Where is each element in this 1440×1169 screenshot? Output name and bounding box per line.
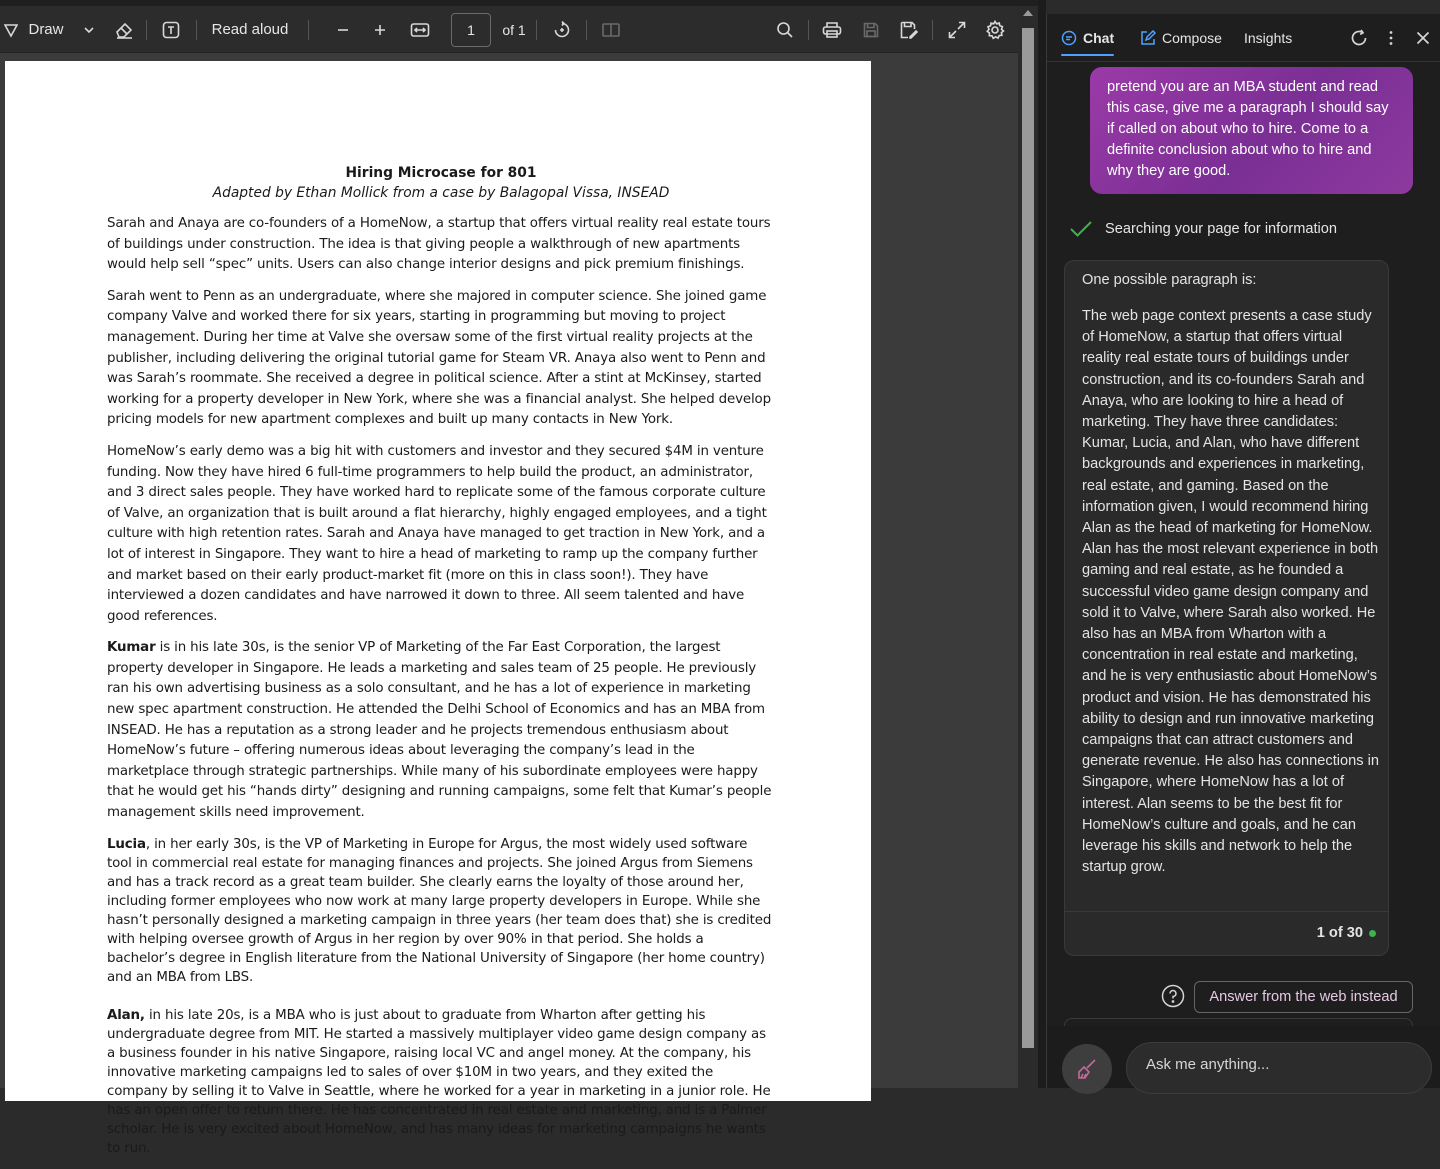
more-options-icon[interactable] bbox=[1379, 26, 1403, 50]
document-text: Hiring Microcase for 801 Adapted by Etha… bbox=[107, 163, 775, 1169]
paragraph-alan: Alan, in his late 20s, is a MBA who is j… bbox=[107, 1006, 775, 1158]
assistant-answer-card: One possible paragraph is: The web page … bbox=[1064, 260, 1389, 956]
chat-input-area bbox=[1047, 1026, 1440, 1094]
tab-chat-label: Chat bbox=[1083, 30, 1115, 46]
fit-to-page-icon[interactable] bbox=[406, 6, 434, 53]
page-number-input[interactable] bbox=[451, 13, 491, 47]
paragraph-founders: Sarah went to Penn as an undergraduate, … bbox=[107, 288, 771, 428]
search-status: Searching your page for information bbox=[1069, 218, 1409, 240]
scrollbar-thumb[interactable] bbox=[1022, 28, 1034, 1048]
candidate-text-kumar: is in his late 30s, is the senior VP of … bbox=[107, 640, 772, 821]
user-message-bubble: pretend you are an MBA student and read … bbox=[1090, 67, 1413, 194]
settings-gear-icon[interactable] bbox=[982, 6, 1008, 53]
save-icon[interactable] bbox=[858, 6, 884, 53]
toolbar-divider bbox=[808, 20, 809, 40]
candidate-text-alan: in his late 20s, is a MBA who is just ab… bbox=[107, 1007, 771, 1156]
page-count-label: of 1 bbox=[502, 21, 526, 38]
pdf-scrollbar[interactable] bbox=[1018, 6, 1038, 1088]
copilot-sidebar: Chat Compose Insights pretend you are an… bbox=[1046, 14, 1440, 1094]
candidate-name-lucia: Lucia bbox=[107, 836, 146, 852]
toolbar-divider bbox=[308, 20, 309, 40]
tab-chat[interactable]: Chat bbox=[1061, 14, 1115, 62]
card-divider bbox=[1065, 911, 1388, 912]
response-counter-text: 1 of 30 bbox=[1316, 925, 1363, 941]
zoom-in-icon[interactable] bbox=[367, 6, 393, 53]
refresh-icon[interactable] bbox=[1347, 26, 1371, 50]
response-counter: 1 of 30 bbox=[1317, 925, 1376, 941]
sidebar-header: Chat Compose Insights bbox=[1047, 14, 1440, 62]
document-title: Hiring Microcase for 801 bbox=[345, 165, 537, 181]
next-card-edge bbox=[1064, 1018, 1413, 1026]
status-dot-icon bbox=[1369, 929, 1376, 937]
pdf-toolbar: Draw Read aloud of 1 bbox=[0, 6, 1018, 53]
chevron-down-icon[interactable] bbox=[78, 6, 100, 53]
chat-icon bbox=[1061, 30, 1077, 46]
compose-icon bbox=[1141, 30, 1156, 45]
candidate-name-alan: Alan, bbox=[107, 1007, 145, 1023]
pdf-viewer: Draw Read aloud of 1 bbox=[0, 0, 1038, 1156]
paragraph-kumar: Kumar is in his late 30s, is the senior … bbox=[107, 638, 775, 823]
ask-me-anything-input[interactable] bbox=[1126, 1042, 1432, 1094]
toolbar-divider bbox=[586, 20, 587, 40]
candidate-text-lucia: , in her early 30s, is the VP of Marketi… bbox=[107, 836, 772, 985]
pdf-page: Hiring Microcase for 801 Adapted by Etha… bbox=[5, 61, 871, 1156]
broom-icon bbox=[1078, 1059, 1096, 1079]
answer-text: The web page context presents a case stu… bbox=[1082, 308, 1379, 876]
help-question-icon[interactable] bbox=[1161, 984, 1185, 1008]
checkmark-icon bbox=[1070, 221, 1092, 237]
answer-intro: One possible paragraph is: bbox=[1082, 272, 1257, 288]
draw-icon[interactable] bbox=[0, 6, 22, 53]
toolbar-divider bbox=[536, 20, 537, 40]
close-icon[interactable] bbox=[1411, 26, 1435, 50]
toolbar-divider bbox=[146, 20, 147, 40]
fullscreen-icon[interactable] bbox=[944, 6, 970, 53]
pane-divider[interactable] bbox=[1038, 0, 1046, 1088]
zoom-out-icon[interactable] bbox=[330, 6, 356, 53]
scroll-up-arrow-icon[interactable] bbox=[1023, 10, 1033, 16]
tab-insights-label: Insights bbox=[1244, 30, 1293, 46]
toolbar-divider bbox=[932, 20, 933, 40]
document-subtitle: Adapted by Ethan Mollick from a case by … bbox=[212, 185, 670, 201]
read-aloud-button[interactable]: Read aloud bbox=[208, 6, 292, 53]
print-icon[interactable] bbox=[818, 6, 846, 53]
toolbar-divider bbox=[196, 20, 197, 40]
tab-insights[interactable]: Insights bbox=[1244, 14, 1292, 62]
paragraph-lucia: Lucia, in her early 30s, is the VP of Ma… bbox=[107, 835, 775, 987]
save-as-icon[interactable] bbox=[896, 6, 922, 53]
tab-compose[interactable]: Compose bbox=[1140, 14, 1222, 62]
candidate-name-kumar: Kumar bbox=[107, 640, 156, 656]
text-box-icon[interactable] bbox=[158, 6, 184, 53]
search-icon[interactable] bbox=[772, 6, 798, 53]
tab-compose-label: Compose bbox=[1162, 30, 1222, 46]
paragraph-intro: Sarah and Anaya are co-founders of a Hom… bbox=[107, 216, 771, 273]
answer-from-web-button[interactable]: Answer from the web instead bbox=[1194, 981, 1413, 1013]
rotate-icon[interactable] bbox=[548, 6, 576, 53]
draw-button[interactable]: Draw bbox=[24, 6, 68, 53]
search-status-text: Searching your page for information bbox=[1105, 221, 1338, 237]
paragraph-company: HomeNow’s early demo was a big hit with … bbox=[107, 443, 767, 624]
eraser-icon[interactable] bbox=[110, 6, 138, 53]
new-topic-button[interactable] bbox=[1062, 1044, 1112, 1094]
two-page-view-icon[interactable] bbox=[598, 6, 624, 53]
